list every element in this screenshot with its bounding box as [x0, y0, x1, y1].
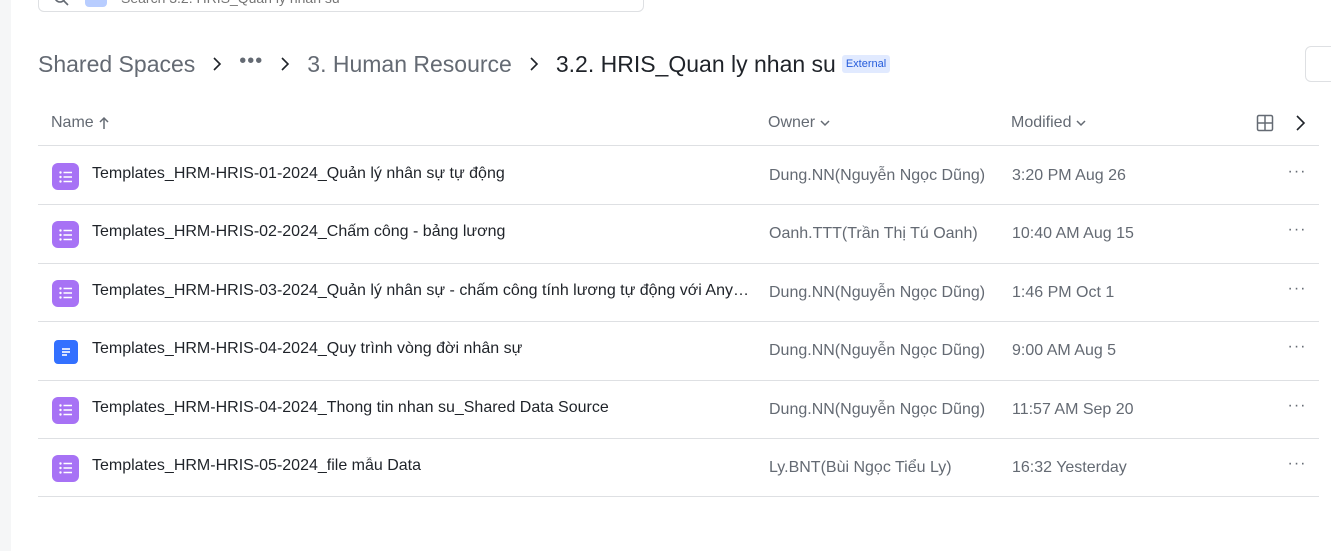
modified-sort-header[interactable]: Modified: [1011, 114, 1087, 132]
folder-scope-icon: [85, 0, 107, 7]
file-modified: 3:20 PM Aug 26: [1012, 167, 1126, 184]
file-name[interactable]: Templates_HRM-HRIS-01-2024_Quản lý nhân …: [92, 165, 752, 183]
modified-header-label: Modified: [1011, 114, 1072, 131]
sort-by-name-header[interactable]: Name: [51, 114, 110, 132]
search-icon: [55, 0, 69, 6]
file-modified: 16:32 Yesterday: [1012, 458, 1127, 476]
search-bar[interactable]: [38, 0, 644, 12]
table-row[interactable]: Templates_HRM-HRIS-02-2024_Chấm công - b…: [38, 205, 1319, 264]
file-owner: Ly.BNT(Bùi Ngọc Tiểu Ly): [769, 458, 952, 476]
table-row[interactable]: Templates_HRM-HRIS-03-2024_Quản lý nhân …: [38, 264, 1319, 323]
owner-header-label: Owner: [768, 114, 816, 131]
table-row[interactable]: Templates_HRM-HRIS-05-2024_file mẫu Data…: [38, 439, 1319, 498]
breadcrumb-more-button[interactable]: •••: [239, 50, 263, 73]
file-modified: 9:00 AM Aug 5: [1012, 342, 1117, 360]
owner-filter-header[interactable]: Owner: [768, 114, 831, 132]
table-row[interactable]: Templates_HRM-HRIS-04-2024_Thong tin nha…: [38, 381, 1319, 439]
grid-view-icon[interactable]: [1256, 114, 1274, 132]
bitable-icon: [52, 279, 79, 307]
chevron-right-icon: [528, 57, 540, 71]
chevron-right-icon[interactable]: [1291, 114, 1309, 132]
file-owner: Dung.NN(Nguyễn Ngọc Dũng): [769, 342, 986, 360]
file-modified: 11:57 AM Sep 20: [1012, 400, 1134, 418]
chevron-down-icon: [1076, 120, 1087, 127]
arrow-up-icon: [99, 116, 109, 129]
more-options-icon[interactable]: ···: [1286, 455, 1308, 475]
file-owner: Dung.NN(Nguyễn Ngọc Dũng): [769, 283, 986, 301]
breadcrumb: Shared Spaces ••• 3. Human Resource 3.2.…: [38, 46, 891, 82]
name-header-label: Name: [51, 114, 94, 131]
file-name[interactable]: Templates_HRM-HRIS-04-2024_Thong tin nha…: [92, 399, 752, 417]
table-row[interactable]: Templates_HRM-HRIS-01-2024_Quản lý nhân …: [38, 147, 1319, 206]
search-input[interactable]: [119, 0, 603, 9]
table-header: Name Owner Modified: [38, 100, 1319, 146]
bitable-icon: [52, 163, 79, 190]
more-options-icon[interactable]: ···: [1286, 221, 1308, 241]
more-options-icon[interactable]: ···: [1286, 280, 1308, 300]
breadcrumb-human-resource[interactable]: 3. Human Resource: [307, 51, 512, 78]
file-name[interactable]: Templates_HRM-HRIS-04-2024_Quy trình vòn…: [92, 340, 752, 358]
bitable-icon: [52, 396, 79, 424]
chevron-right-icon: [279, 57, 291, 71]
file-name[interactable]: Templates_HRM-HRIS-03-2024_Quản lý nhân …: [92, 282, 752, 300]
breadcrumb-current-folder: 3.2. HRIS_Quan ly nhan su: [555, 50, 836, 77]
file-list: Templates_HRM-HRIS-01-2024_Quản lý nhân …: [38, 147, 1319, 498]
file-modified: 10:40 AM Aug 15: [1012, 225, 1134, 243]
file-owner: Dung.NN(Nguyễn Ngọc Dũng): [769, 400, 986, 418]
external-badge: External: [841, 55, 891, 73]
breadcrumb-shared-spaces[interactable]: Shared Spaces: [38, 51, 195, 78]
chevron-right-icon: [211, 57, 223, 71]
doc-icon: [54, 340, 78, 365]
more-options-icon[interactable]: ···: [1286, 163, 1308, 183]
table-row[interactable]: Templates_HRM-HRIS-04-2024_Quy trình vòn…: [38, 322, 1319, 381]
file-name[interactable]: Templates_HRM-HRIS-05-2024_file mẫu Data: [92, 457, 752, 475]
more-options-icon[interactable]: ···: [1286, 397, 1308, 417]
bitable-icon: [52, 454, 79, 482]
file-owner: Dung.NN(Nguyễn Ngọc Dũng): [769, 167, 986, 184]
header-action-button[interactable]: [1305, 46, 1331, 82]
file-modified: 1:46 PM Oct 1: [1012, 283, 1115, 301]
more-options-icon[interactable]: ···: [1286, 338, 1308, 358]
chevron-down-icon: [820, 120, 830, 127]
file-name[interactable]: Templates_HRM-HRIS-02-2024_Chấm công - b…: [92, 223, 752, 241]
file-owner: Oanh.TTT(Trần Thị Tú Oanh): [769, 225, 978, 243]
bitable-icon: [52, 221, 79, 249]
